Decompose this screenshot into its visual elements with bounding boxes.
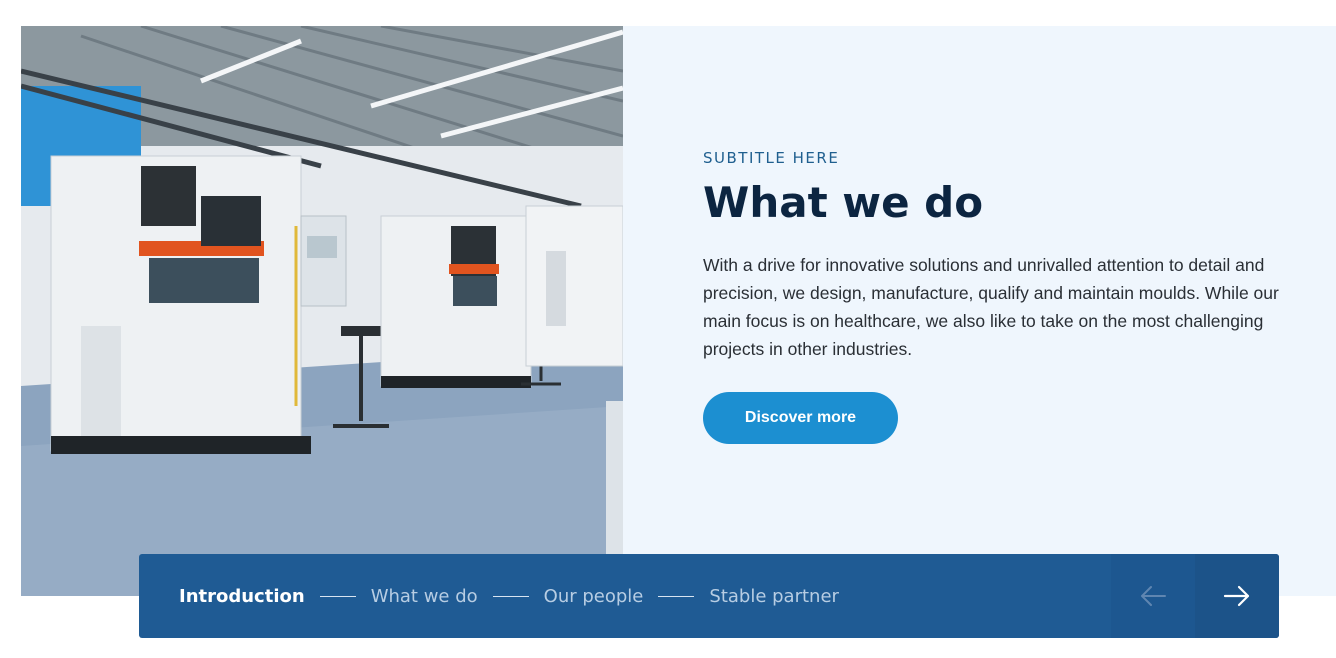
- section-title: What we do: [703, 178, 984, 227]
- arrow-right-icon: [1223, 585, 1250, 607]
- section-subtitle: SUBTITLE HERE: [703, 149, 840, 167]
- step-introduction[interactable]: Introduction: [179, 586, 305, 607]
- step-stable-partner[interactable]: Stable partner: [709, 586, 839, 607]
- previous-slide-button[interactable]: [1111, 554, 1195, 638]
- step-what-we-do[interactable]: What we do: [371, 586, 478, 607]
- step-list: Introduction What we do Our people Stabl…: [179, 554, 839, 638]
- content-panel: SUBTITLE HERE What we do With a drive fo…: [623, 26, 1336, 596]
- discover-more-button[interactable]: Discover more: [703, 392, 898, 444]
- next-slide-button[interactable]: [1195, 554, 1279, 638]
- hero-section: SUBTITLE HERE What we do With a drive fo…: [21, 26, 1336, 596]
- carousel-navigation: Introduction What we do Our people Stabl…: [139, 554, 1279, 638]
- section-description: With a drive for innovative solutions an…: [703, 255, 1279, 359]
- step-our-people[interactable]: Our people: [544, 586, 644, 607]
- arrow-left-icon: [1141, 586, 1166, 606]
- factory-photo: [21, 26, 623, 596]
- step-separator: [658, 595, 695, 597]
- step-separator: [492, 595, 529, 597]
- step-separator: [319, 595, 356, 597]
